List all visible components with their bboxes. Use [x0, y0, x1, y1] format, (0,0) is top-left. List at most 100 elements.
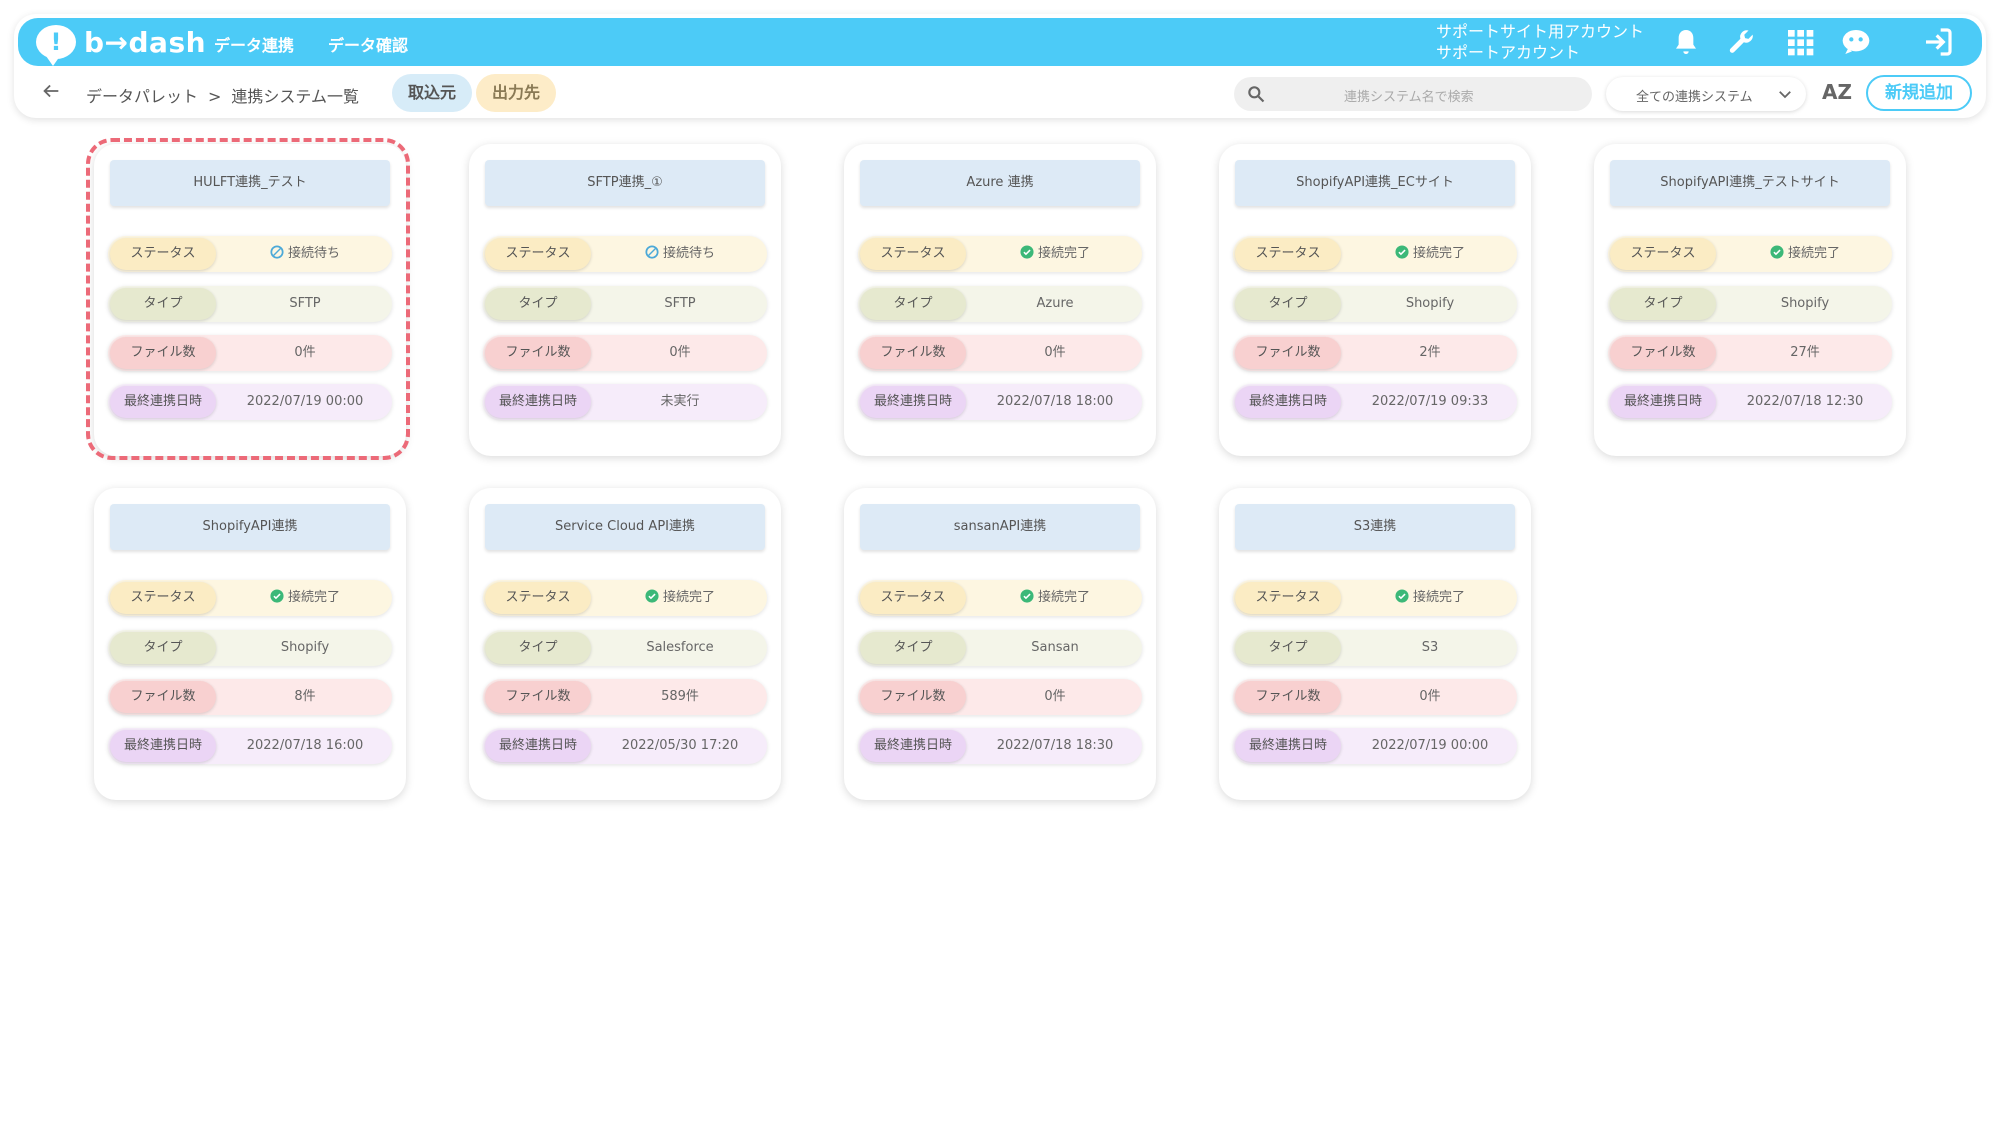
- card-value-text: 接続完了: [1412, 590, 1465, 605]
- system-card[interactable]: Azure 連携ステータス 接続完了 タイプ Azure ファイル数 0件最終連携日時 20…: [844, 144, 1156, 456]
- card-label-type: タイプ: [1235, 632, 1341, 664]
- card-label-files: ファイル数: [485, 681, 591, 713]
- card-row-status: ステータス 接続完了: [858, 580, 1142, 616]
- status-waiting-icon: [645, 238, 659, 259]
- card-title[interactable]: Azure 連携: [860, 160, 1140, 206]
- card-value-type: Sansan: [970, 630, 1140, 666]
- card-title[interactable]: ShopifyAPI連携_テストサイト: [1610, 160, 1890, 206]
- card-title[interactable]: S3連携: [1235, 504, 1515, 550]
- add-new-button[interactable]: 新規追加: [1866, 75, 1972, 111]
- card-value-files: 0件: [1345, 679, 1515, 715]
- card-row-type: タイプ SFTP: [483, 286, 767, 322]
- logo[interactable]: ! b→dash: [36, 22, 206, 66]
- search-box[interactable]: 連携システム名で検索: [1234, 77, 1592, 111]
- card-row-status: ステータス 接続完了: [1233, 236, 1517, 272]
- card-value-text: 2件: [1419, 345, 1441, 360]
- card-value-last: 2022/07/18 18:00: [970, 384, 1140, 420]
- nav-data-check[interactable]: データ確認: [328, 32, 408, 56]
- card-label-status: ステータス: [1610, 238, 1716, 270]
- logout-icon[interactable]: [1922, 26, 1954, 58]
- system-filter-select[interactable]: 全ての連携システム: [1606, 77, 1806, 111]
- card-value-text: Sansan: [1031, 640, 1079, 655]
- card-value-text: 未実行: [660, 394, 700, 409]
- status-done-icon: [1395, 238, 1409, 259]
- card-label-status: ステータス: [1235, 238, 1341, 270]
- card-label-last: 最終連携日時: [1235, 730, 1341, 762]
- account-name: サポートアカウント: [1436, 43, 1581, 62]
- card-value-type: Shopify: [1720, 286, 1890, 322]
- card-value-files: 0件: [970, 335, 1140, 371]
- card-row-type: タイプ Salesforce: [483, 630, 767, 666]
- card-label-files: ファイル数: [1235, 337, 1341, 369]
- system-card[interactable]: Service Cloud API連携 ステータス 接続完了 タイプ Salesforc…: [469, 488, 781, 800]
- card-value-type: SFTP: [595, 286, 765, 322]
- card-label-last: 最終連携日時: [860, 730, 966, 762]
- card-value-text: 接続完了: [1787, 246, 1840, 261]
- nav-data-link[interactable]: データ連携: [214, 32, 294, 56]
- card-value-text: 8件: [294, 689, 316, 704]
- sort-az-button[interactable]: AZ: [1822, 80, 1852, 104]
- card-value-last: 2022/07/18 16:00: [220, 728, 390, 764]
- account-info[interactable]: サポートサイト用アカウント サポートアカウント: [1436, 21, 1644, 63]
- system-card[interactable]: S3連携 ステータス 接続完了 タイプ S3 ファイル数 0件 最終連携日時 2022/07/1…: [1219, 488, 1531, 800]
- card-row-last: 最終連携日時 2022/07/18 16:00: [108, 728, 392, 764]
- card-label-type: タイプ: [860, 632, 966, 664]
- card-value-text: 接続完了: [1037, 590, 1090, 605]
- card-row-last: 最終連携日時 未実行: [483, 384, 767, 420]
- card-row-last: 最終連携日時 2022/07/18 18:00: [858, 384, 1142, 420]
- status-done-icon: [1020, 238, 1034, 259]
- card-value-text: Salesforce: [646, 640, 714, 655]
- card-row-last: 最終連携日時 2022/07/18 12:30: [1608, 384, 1892, 420]
- card-value-last: 2022/05/30 17:20: [595, 728, 765, 764]
- system-card[interactable]: SFTP連携_① ステータス 接続待ち タイプ SFTP ファイル数 0件 最終連携日時 未実行: [469, 144, 781, 456]
- card-value-status: 接続完了: [1345, 236, 1515, 272]
- chat-bot-icon[interactable]: [1840, 26, 1872, 58]
- card-value-last: 2022/07/19 00:00: [1345, 728, 1515, 764]
- card-title[interactable]: ShopifyAPI連携: [110, 504, 390, 550]
- back-arrow-icon[interactable]: [40, 80, 62, 102]
- card-value-text: 2022/07/18 12:30: [1746, 394, 1864, 409]
- card-label-type: タイプ: [1235, 288, 1341, 320]
- search-input[interactable]: 連携システム名で検索: [1344, 86, 1474, 105]
- card-value-text: Shopify: [1405, 296, 1455, 311]
- card-value-status: 接続待ち: [595, 236, 765, 272]
- card-value-last: 2022/07/18 18:30: [970, 728, 1140, 764]
- card-title[interactable]: ShopifyAPI連携_ECサイト: [1235, 160, 1515, 206]
- card-value-type: S3: [1345, 630, 1515, 666]
- card-label-files: ファイル数: [860, 337, 966, 369]
- breadcrumb-separator: >: [208, 87, 222, 106]
- card-value-text: Shopify: [1780, 296, 1830, 311]
- card-label-type: タイプ: [110, 632, 216, 664]
- card-value-status: 接続完了: [220, 580, 390, 616]
- breadcrumb-data-palette[interactable]: データパレット: [86, 87, 198, 106]
- logo-mark: !: [36, 25, 76, 66]
- card-label-status: ステータス: [860, 238, 966, 270]
- system-card[interactable]: ShopifyAPI連携_テストサイト ステータス 接続完了 タイプ Shopify ファ…: [1594, 144, 1906, 456]
- card-row-type: タイプ Shopify: [1233, 286, 1517, 322]
- grid-icon[interactable]: [1784, 26, 1816, 58]
- card-value-text: 接続完了: [1412, 246, 1465, 261]
- system-card[interactable]: sansanAPI連携 ステータス 接続完了 タイプ Sansan ファイル数 0件 最終連携…: [844, 488, 1156, 800]
- status-done-icon: [1020, 582, 1034, 603]
- filter-value: 全ての連携システム: [1636, 90, 1753, 105]
- card-row-status: ステータス 接続完了: [858, 236, 1142, 272]
- wrench-icon[interactable]: [1726, 26, 1758, 58]
- highlight-outline: [86, 138, 410, 460]
- system-card[interactable]: ShopifyAPI連携 ステータス 接続完了 タイプ Shopify ファイル数 8件 最終…: [94, 488, 406, 800]
- card-label-last: 最終連携日時: [485, 730, 591, 762]
- card-row-files: ファイル数 2件: [1233, 335, 1517, 371]
- tab-import-source[interactable]: 取込元: [392, 74, 473, 112]
- card-value-type: Azure: [970, 286, 1140, 322]
- card-title[interactable]: Service Cloud API連携: [485, 504, 765, 550]
- card-title[interactable]: SFTP連携_①: [485, 160, 765, 206]
- account-site: サポートサイト用アカウント: [1436, 22, 1645, 41]
- chevron-down-icon: [1776, 85, 1794, 103]
- tab-export-destination[interactable]: 出力先: [476, 74, 557, 112]
- card-label-status: ステータス: [485, 238, 591, 270]
- system-card[interactable]: ShopifyAPI連携_ECサイトステータス 接続完了タイプ Shopify ファイ…: [1219, 144, 1531, 456]
- card-value-text: 27件: [1790, 345, 1820, 360]
- card-title[interactable]: sansanAPI連携: [860, 504, 1140, 550]
- card-value-last: 2022/07/19 09:33: [1345, 384, 1515, 420]
- bell-icon[interactable]: [1670, 26, 1702, 58]
- card-row-type: タイプ Azure: [858, 286, 1142, 322]
